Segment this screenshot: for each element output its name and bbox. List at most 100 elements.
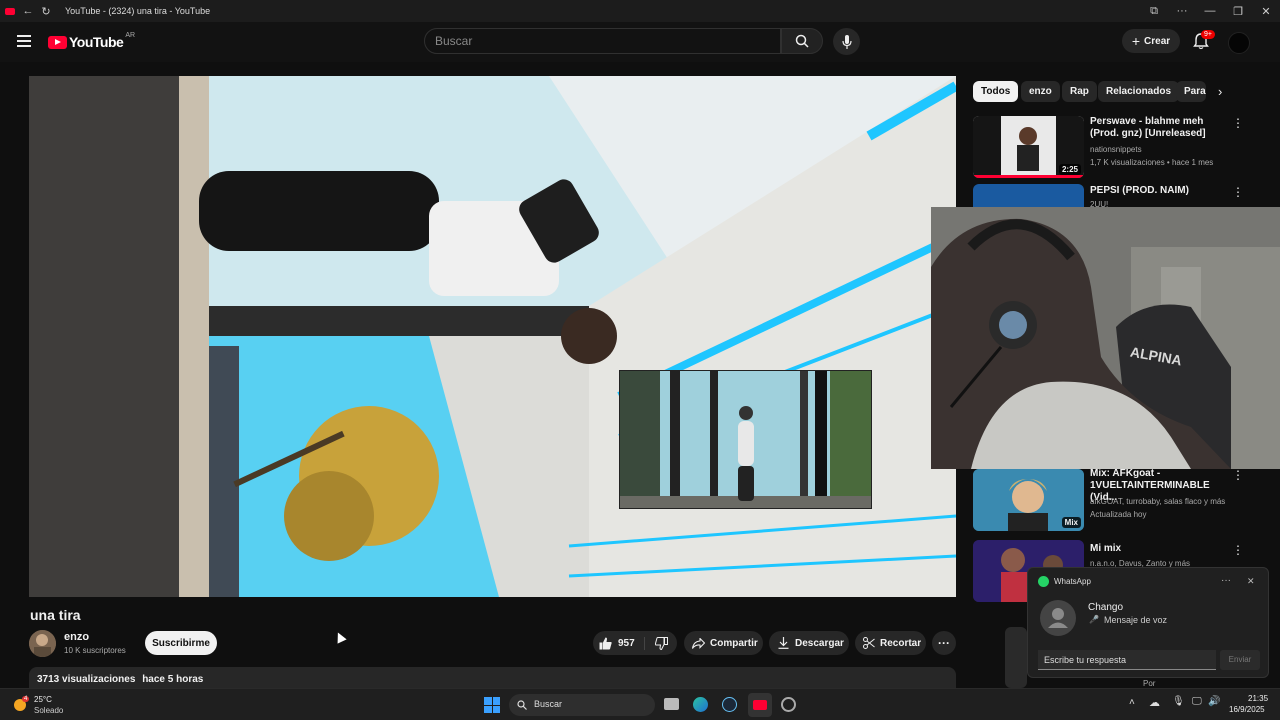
channel-avatar[interactable]: [29, 630, 56, 657]
chip-rap[interactable]: Rap: [1062, 81, 1097, 102]
maximize-button[interactable]: ❐: [1224, 0, 1252, 22]
search-input[interactable]: Buscar: [424, 28, 781, 54]
clip-label: Recortar: [880, 637, 922, 649]
recommendation-meta: Actualizada hoy: [1090, 510, 1147, 519]
share-icon: [692, 637, 705, 649]
download-icon: [778, 637, 789, 649]
notification-close-icon[interactable]: ✕: [1247, 576, 1255, 587]
onedrive-icon[interactable]: ☁: [1149, 696, 1160, 709]
microphone-icon: 🎤: [1089, 615, 1099, 624]
message-preview: Mensaje de voz: [1104, 615, 1168, 625]
search-icon: [517, 700, 527, 710]
recommendation-thumbnail[interactable]: 2:25: [973, 116, 1084, 178]
microphone-icon: [841, 34, 852, 49]
more-options-icon[interactable]: ···: [1168, 0, 1196, 22]
reply-input[interactable]: Escribe tu respuesta: [1038, 650, 1216, 670]
notification-more-icon[interactable]: ···: [1221, 575, 1231, 586]
subscribe-button[interactable]: Suscribirme: [145, 631, 217, 655]
mix-badge: Mix: [1061, 517, 1081, 528]
recommendation-channel[interactable]: afkGOAT, turrobaby, salas flaco y más: [1090, 496, 1230, 507]
recommendation-more-icon[interactable]: ⋮: [1232, 543, 1244, 557]
recommendation-title[interactable]: PEPSI (PROD. NAIM): [1090, 185, 1225, 197]
upload-age: hace 5 horas: [142, 674, 204, 685]
menu-icon[interactable]: [17, 35, 31, 47]
whatsapp-logo-icon: [1038, 576, 1049, 587]
youtube-logo[interactable]: YouTube AR: [48, 32, 135, 50]
weather-desc: Soleado: [34, 706, 64, 715]
like-button[interactable]: 957: [593, 636, 645, 650]
mouse-cursor: [333, 630, 347, 644]
clip-button[interactable]: Recortar: [855, 631, 926, 655]
chip-para[interactable]: Para: [1176, 81, 1206, 102]
chip-enzo[interactable]: enzo: [1021, 81, 1060, 102]
display-icon[interactable]: 🖵: [1192, 696, 1202, 707]
youtube-taskbar-icon[interactable]: [748, 693, 772, 717]
volume-icon[interactable]: 🔊: [1208, 696, 1220, 707]
scissors-icon: [863, 637, 875, 649]
more-actions-button[interactable]: ···: [932, 631, 956, 655]
create-label: Crear: [1144, 35, 1171, 47]
weather-badge: 4: [22, 696, 30, 702]
download-button[interactable]: Descargar: [769, 631, 849, 655]
description-box[interactable]: 3713 visualizaciones hace 5 horas: [29, 667, 956, 690]
youtube-play-icon: [48, 35, 67, 49]
file-explorer-icon[interactable]: [664, 698, 679, 710]
search-icon: [795, 34, 809, 48]
chip-todos[interactable]: Todos: [973, 81, 1019, 102]
windows-taskbar: 4 25°C Soleado Buscar ˄ ☁ 🎙 🖵 🔊 21:35 16…: [0, 688, 1280, 720]
create-button[interactable]: + Crear: [1122, 29, 1180, 53]
search-button[interactable]: [781, 28, 823, 54]
start-button[interactable]: [484, 697, 500, 713]
microphone-icon[interactable]: 🎙: [1172, 696, 1185, 707]
send-button[interactable]: Enviar: [1220, 650, 1260, 670]
recommendation-more-icon[interactable]: ⋮: [1232, 116, 1244, 130]
share-button[interactable]: Compartir: [684, 631, 763, 655]
recommendation-title[interactable]: Mi mix: [1090, 543, 1225, 555]
chrome-icon[interactable]: [781, 697, 796, 712]
close-button[interactable]: ✕: [1252, 0, 1280, 22]
edge-icon[interactable]: [693, 697, 708, 712]
youtube-favicon-icon: [5, 7, 15, 15]
browser-tab-title: YouTube - (2324) una tira - YouTube: [65, 6, 211, 16]
steam-icon[interactable]: [722, 697, 737, 712]
contact-name: Chango: [1088, 602, 1124, 613]
taskbar-search[interactable]: Buscar: [509, 694, 655, 716]
video-title: una tira: [30, 607, 81, 623]
recommendation-channel[interactable]: nationsnippets: [1090, 144, 1230, 155]
recommendation-title[interactable]: Perswave - blahme meh (Prod. gnz) [Unrel…: [1090, 116, 1225, 140]
back-icon[interactable]: ←: [19, 0, 37, 22]
share-label: Compartir: [710, 637, 758, 649]
weather-widget[interactable]: 4 25°C Soleado: [12, 694, 72, 716]
notification-app-name: WhatsApp: [1054, 577, 1091, 586]
account-avatar[interactable]: [1228, 32, 1250, 54]
clock-date[interactable]: 16/9/2025: [1229, 705, 1265, 714]
recommendation-more-icon[interactable]: ⋮: [1232, 468, 1244, 482]
app-install-icon[interactable]: ⧉: [1140, 0, 1168, 22]
view-count: 3713 visualizaciones: [37, 674, 136, 685]
like-dislike-group: 957: [593, 631, 677, 655]
plus-icon: +: [1131, 33, 1141, 49]
video-duration: 2:25: [1058, 164, 1081, 175]
download-label: Descargar: [795, 637, 844, 649]
whatsapp-notification[interactable]: WhatsApp ··· ✕ Chango 🎤 Mensaje de voz E…: [1027, 567, 1269, 678]
minimize-button[interactable]: —: [1196, 0, 1224, 22]
youtube-masthead: YouTube AR Buscar + Crear 9+: [0, 22, 1280, 62]
chevron-up-icon[interactable]: ˄: [1129, 697, 1135, 708]
contact-avatar: [1040, 600, 1076, 636]
dislike-button[interactable]: [645, 636, 677, 650]
recommendation-thumbnail[interactable]: Mix: [973, 469, 1084, 531]
reload-icon[interactable]: ↻: [37, 0, 55, 22]
recommendation-thumbnail[interactable]: [973, 184, 1084, 208]
channel-name[interactable]: enzo: [64, 631, 89, 643]
taskbar-search-label: Buscar: [534, 699, 563, 709]
recommendation-meta: 1,7 K visualizaciones • hace 1 mes: [1090, 158, 1214, 167]
voice-search-button[interactable]: [833, 28, 860, 55]
inset-video-clip: [619, 370, 872, 509]
chip-relacionados[interactable]: Relacionados: [1098, 81, 1180, 102]
recommendation-thumbnail[interactable]: [1005, 627, 1027, 688]
recommendation-more-icon[interactable]: ⋮: [1232, 185, 1244, 199]
clock-time[interactable]: 21:35: [1248, 694, 1268, 703]
youtube-logo-text: YouTube: [69, 34, 124, 50]
chevron-right-icon[interactable]: ›: [1218, 84, 1222, 99]
video-player[interactable]: [29, 76, 956, 597]
